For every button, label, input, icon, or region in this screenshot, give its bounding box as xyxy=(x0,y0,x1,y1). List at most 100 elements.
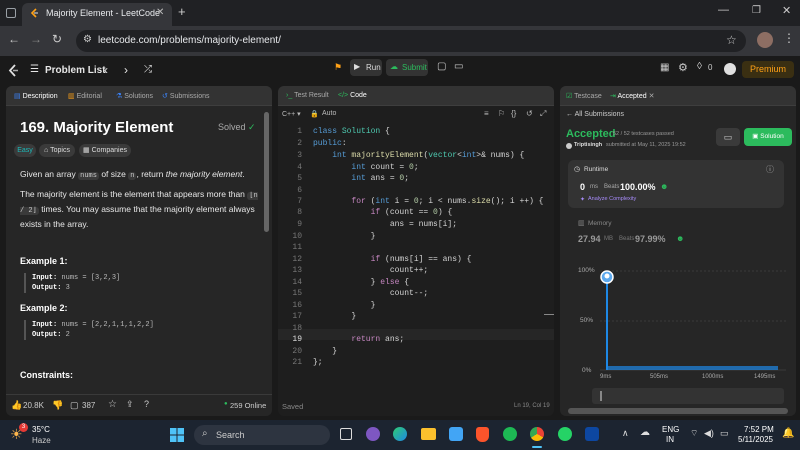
companies-chip[interactable]: ▦ Companies xyxy=(79,144,131,157)
user-avatar[interactable] xyxy=(724,63,736,75)
app-extra-icon[interactable] xyxy=(585,427,599,441)
comment-icon[interactable]: ▢ xyxy=(70,400,79,411)
spotify-icon[interactable] xyxy=(503,427,517,441)
volume-icon[interactable]: ◀) xyxy=(704,428,714,439)
language-select[interactable]: C++ ▾ xyxy=(282,110,301,118)
random-problem-icon[interactable]: ⤮ xyxy=(144,64,152,75)
tab-editorial[interactable]: ▥ Editorial xyxy=(68,92,102,100)
topics-chip[interactable]: ⌂ Topics xyxy=(39,144,75,157)
bookmark-icon[interactable]: ⚐ xyxy=(498,109,505,118)
wifi-icon[interactable]: ⌔ xyxy=(690,428,698,439)
tab-code[interactable]: </> Code xyxy=(338,92,367,99)
taskbar-search[interactable]: ⌕ Search xyxy=(194,425,330,445)
lock-icon: 🔒 xyxy=(310,111,319,118)
submit-button[interactable]: ☁ Submit xyxy=(386,59,428,76)
all-submissions-link[interactable]: ← All Submissions xyxy=(566,111,624,118)
language-value: C++ xyxy=(282,111,296,118)
forward-icon[interactable]: → xyxy=(30,32,42,46)
tab-close-icon[interactable]: ✕ xyxy=(156,7,164,18)
onedrive-icon[interactable]: ☁ xyxy=(640,427,650,438)
comment-count: 387 xyxy=(82,401,96,410)
help-icon[interactable]: ? xyxy=(144,399,149,409)
maximize-icon[interactable]: ❐ xyxy=(752,5,761,16)
site-info-icon[interactable]: ⚙ xyxy=(83,34,92,45)
browser-tab[interactable]: Majority Element - LeetCode ✕ xyxy=(22,3,172,26)
input-language[interactable]: ENG xyxy=(662,425,679,434)
info-icon[interactable]: ⓘ xyxy=(766,164,774,175)
reset-icon[interactable]: ↺ xyxy=(526,109,533,118)
line-number: 21 xyxy=(292,358,302,367)
share-icon[interactable]: ⇪ xyxy=(126,399,134,410)
streak-fire-icon[interactable]: ◊ xyxy=(697,61,702,72)
tab-submissions[interactable]: ↺ Submissions xyxy=(162,92,210,100)
runtime-distribution-chart[interactable] xyxy=(600,266,786,376)
debug-icon[interactable]: ⚑ xyxy=(334,62,342,73)
fullscreen-icon[interactable]: ⤢ xyxy=(540,109,546,119)
chrome-browser-icon[interactable] xyxy=(530,427,544,441)
chart-range-slider[interactable] xyxy=(592,388,784,404)
clock-date[interactable]: 5/11/2025 xyxy=(738,435,773,444)
dislike-icon[interactable]: 👎 xyxy=(52,400,63,411)
tab-test-result[interactable]: ›_ Test Result xyxy=(286,92,329,99)
range-handle-left[interactable] xyxy=(600,391,602,401)
format-icon[interactable]: ≡ xyxy=(484,109,489,118)
brave-browser-icon[interactable] xyxy=(476,427,489,442)
feedback-icon[interactable]: ▭ xyxy=(454,61,463,72)
horizontal-scrollbar[interactable] xyxy=(568,408,788,414)
y-tick-0: 0% xyxy=(582,367,592,374)
tab-accepted-close-icon[interactable]: ✕ xyxy=(649,93,655,100)
profile-avatar[interactable] xyxy=(757,32,773,48)
premium-button[interactable]: Premium xyxy=(742,61,794,78)
bookmark-star-icon[interactable]: ☆ xyxy=(726,33,737,47)
input-region[interactable]: IN xyxy=(666,435,674,444)
description-scrollbar[interactable] xyxy=(264,112,269,232)
meet-app-icon[interactable] xyxy=(366,427,380,441)
difficulty-badge[interactable]: Easy xyxy=(14,144,36,157)
next-problem-icon[interactable]: › xyxy=(124,63,128,77)
notes-icon[interactable]: ▢ xyxy=(437,61,446,72)
edge-browser-icon[interactable] xyxy=(393,427,407,441)
layout-icon[interactable]: ▦ xyxy=(660,62,669,73)
file-explorer-icon[interactable] xyxy=(421,428,436,440)
tab-description[interactable]: ▤ Description xyxy=(14,92,58,100)
url-text[interactable]: leetcode.com/problems/majority-element/ xyxy=(98,35,281,46)
minimize-icon[interactable]: — xyxy=(718,4,729,16)
tab-solutions[interactable]: ⚗ Solutions xyxy=(116,92,153,100)
runtime-beats-label: Beats xyxy=(604,184,620,190)
tab-accepted-label: Accepted xyxy=(617,93,647,100)
windows-start-icon[interactable] xyxy=(170,428,184,442)
analyze-complexity-link[interactable]: Analyze Complexity xyxy=(588,196,636,202)
submitter-name[interactable]: Triptisingh xyxy=(574,142,602,148)
favorite-star-icon[interactable]: ☆ xyxy=(108,399,117,410)
problem-list-icon[interactable]: ☰ xyxy=(30,64,39,75)
distribution-bar-main[interactable] xyxy=(606,274,608,370)
clock-time[interactable]: 7:52 PM xyxy=(744,425,774,434)
settings-gear-icon[interactable]: ⚙ xyxy=(678,61,688,74)
back-icon[interactable]: ← xyxy=(8,32,20,46)
like-icon[interactable]: 👍 xyxy=(11,400,22,411)
solution-button[interactable]: ▣ Solution xyxy=(744,128,792,146)
accepted-status: Accepted xyxy=(566,128,616,140)
store-app-icon[interactable] xyxy=(449,427,463,441)
whatsapp-icon[interactable] xyxy=(558,427,572,441)
reload-icon[interactable]: ↻ xyxy=(52,32,62,46)
notification-bell-icon[interactable]: 🔔 xyxy=(782,428,794,439)
tab-accepted[interactable]: ⇥ Accepted ✕ xyxy=(610,92,654,100)
tab-strip-icon[interactable] xyxy=(6,8,16,18)
task-view-icon[interactable] xyxy=(340,428,352,440)
tab-testcase[interactable]: ☑ Testcase xyxy=(566,92,602,100)
braces-icon[interactable]: {} xyxy=(511,109,516,118)
battery-icon[interactable]: ▭ xyxy=(720,428,729,439)
runtime-card[interactable]: ◷ Runtime ⓘ 0 ms Beats 100.00% ☻ ✦ Analy… xyxy=(568,160,784,208)
problem-list-link[interactable]: Problem List xyxy=(45,65,106,76)
prev-problem-icon[interactable]: ‹ xyxy=(104,63,108,77)
browser-menu-icon[interactable]: ⋮ xyxy=(783,31,795,45)
window-close-icon[interactable]: ✕ xyxy=(782,4,791,17)
tray-overflow-icon[interactable]: ∧ xyxy=(622,428,629,439)
editorial-book-button[interactable]: ▭ xyxy=(716,128,740,146)
address-bar[interactable]: ⚙ leetcode.com/problems/majority-element… xyxy=(76,30,746,52)
leetcode-logo-icon[interactable] xyxy=(8,64,20,77)
tab-solutions-label: Solutions xyxy=(124,93,154,100)
new-tab-icon[interactable]: + xyxy=(178,4,186,19)
run-button[interactable]: ▶ Run xyxy=(350,59,382,76)
